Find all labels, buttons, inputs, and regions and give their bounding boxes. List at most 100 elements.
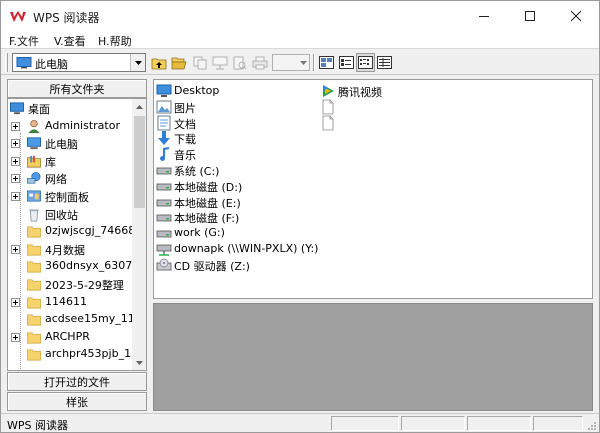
tree-item[interactable]: acdsee15my_1195: [8, 311, 146, 328]
file-item-label: 本地磁盘 (F:): [174, 212, 240, 226]
folder-icon: [27, 226, 41, 238]
address-dropdown-button[interactable]: [130, 54, 145, 71]
tree-item[interactable]: Administrator: [8, 118, 131, 135]
expand-icon[interactable]: [11, 174, 20, 184]
folder-icon: [27, 261, 41, 273]
tree-item[interactable]: 114611: [8, 294, 131, 311]
up-folder-button[interactable]: [149, 53, 168, 72]
expand-icon[interactable]: [11, 297, 20, 307]
tree-item-label: Administrator: [45, 118, 120, 132]
scroll-thumb[interactable]: [134, 116, 145, 208]
expand-icon[interactable]: [11, 156, 20, 166]
preview-pane: [153, 303, 593, 411]
app-window: WPS 阅读器 F.文件 V.查看 H.帮助 此电脑 所有文件夹 桌面 Admi…: [0, 0, 600, 433]
scroll-down-button[interactable]: [132, 355, 146, 370]
blank-file-icon: [322, 115, 334, 130]
tree-item[interactable]: 库: [8, 153, 131, 170]
tree-item[interactable]: 0zjwjscgj_74668: [8, 223, 135, 240]
resize-grip-icon[interactable]: [586, 420, 597, 431]
expand-icon[interactable]: [11, 192, 20, 201]
tree-item[interactable]: archpr453pjb_155: [8, 346, 145, 363]
folder-icon: [27, 332, 41, 344]
view-details-button[interactable]: [375, 53, 394, 72]
wps-logo-icon: [10, 11, 26, 22]
folder-icon: [27, 279, 41, 291]
chevron-down-icon: [134, 60, 142, 65]
zoom-dropdown-button[interactable]: [297, 55, 309, 70]
desktop-icon: [156, 84, 172, 97]
tree-item[interactable]: 网络: [8, 170, 131, 187]
network-icon: [27, 172, 41, 184]
tree-item-label: archpr453pjb_155: [45, 347, 146, 361]
menu-file[interactable]: F.文件: [9, 33, 39, 49]
tree-item[interactable]: 桌面: [8, 100, 131, 117]
view-list-button[interactable]: [356, 53, 375, 72]
user-icon: [28, 119, 40, 133]
status-bar: WPS 阅读器: [1, 413, 599, 432]
printer-icon: [252, 56, 267, 69]
view-thumbnails-button[interactable]: [317, 53, 336, 72]
computer-icon: [26, 137, 42, 150]
tree-item[interactable]: 360dnsyx_63074: [8, 258, 139, 275]
open-folder-button[interactable]: [169, 53, 188, 72]
folder-icon: [27, 314, 41, 326]
drive-icon: [156, 214, 172, 222]
menu-help[interactable]: H.帮助: [98, 33, 132, 49]
menu-bar: F.文件 V.查看 H.帮助: [1, 31, 599, 49]
minimize-button[interactable]: [461, 1, 507, 31]
cd-drive-icon: [156, 258, 172, 271]
file-item-label: downapk (\\WIN-PXLX) (Y:): [174, 242, 319, 255]
scroll-up-button[interactable]: [132, 99, 146, 114]
file-list-pane[interactable]: Desktop 图片 文档 下载 音乐 系统 (C:) 本地磁盘 (D:) 本地磁盘 (E:)…: [153, 79, 593, 299]
computer-icon: [16, 57, 32, 69]
close-button[interactable]: [553, 1, 599, 31]
tree-item[interactable]: 此电脑: [8, 135, 131, 152]
maximize-icon: [525, 11, 535, 21]
samples-header[interactable]: 样张: [7, 392, 147, 411]
control-panel-icon: [27, 190, 41, 202]
tree-item[interactable]: 4月数据: [8, 241, 131, 258]
expand-icon[interactable]: [11, 121, 20, 131]
library-icon: [27, 155, 41, 168]
expand-icon[interactable]: [11, 332, 20, 342]
pictures-icon: [156, 100, 172, 114]
file-item-label: 系统 (C:): [174, 165, 220, 178]
toolbar-grip[interactable]: [5, 53, 8, 72]
tree-item-label: 114611: [45, 294, 87, 308]
expand-icon[interactable]: [11, 244, 20, 254]
zoom-combobox[interactable]: [272, 54, 310, 71]
tree-item[interactable]: 回收站: [8, 206, 131, 223]
desktop-icon: [9, 102, 25, 115]
expand-icon[interactable]: [11, 139, 20, 149]
tree-item[interactable]: 2023-5-29整理: [8, 276, 131, 293]
address-combobox[interactable]: 此电脑: [12, 53, 146, 72]
network-drive-icon: [156, 244, 172, 256]
tree-item[interactable]: 控制面板: [8, 188, 131, 205]
drive-icon: [156, 199, 172, 206]
tree-item-label: 网络: [45, 173, 67, 187]
all-folders-header[interactable]: 所有文件夹: [7, 79, 147, 98]
tencent-video-icon: [323, 85, 334, 97]
toolbar: 此电脑: [1, 50, 599, 75]
view-icons-button[interactable]: [337, 53, 356, 72]
print-button[interactable]: [250, 53, 269, 72]
folder-tree[interactable]: 桌面 Administrator 此电脑库网络 控制面板 回收站 0zjwjscgj_74…: [7, 98, 147, 371]
file-item-label: 图片: [174, 101, 196, 115]
file-item-label: work (G:): [174, 226, 225, 240]
copy-button[interactable]: [190, 53, 209, 72]
close-icon: [571, 11, 581, 21]
tree-item[interactable]: ARCHPR: [8, 329, 131, 346]
music-icon: [160, 147, 169, 162]
title-bar[interactable]: WPS 阅读器: [1, 1, 599, 31]
list-view-icon: [358, 56, 373, 69]
find-button[interactable]: [230, 53, 249, 72]
tree-item-label: 桌面: [28, 101, 50, 117]
folder-up-icon: [151, 58, 166, 69]
menu-view[interactable]: V.查看: [54, 33, 86, 49]
recent-files-header[interactable]: 打开过的文件: [7, 372, 147, 391]
slideshow-button[interactable]: [210, 53, 229, 72]
maximize-button[interactable]: [507, 1, 553, 31]
tree-item-label: 2023-5-29整理: [45, 279, 124, 292]
tree-scrollbar[interactable]: [132, 99, 146, 370]
file-item-label: 下载: [174, 133, 196, 147]
